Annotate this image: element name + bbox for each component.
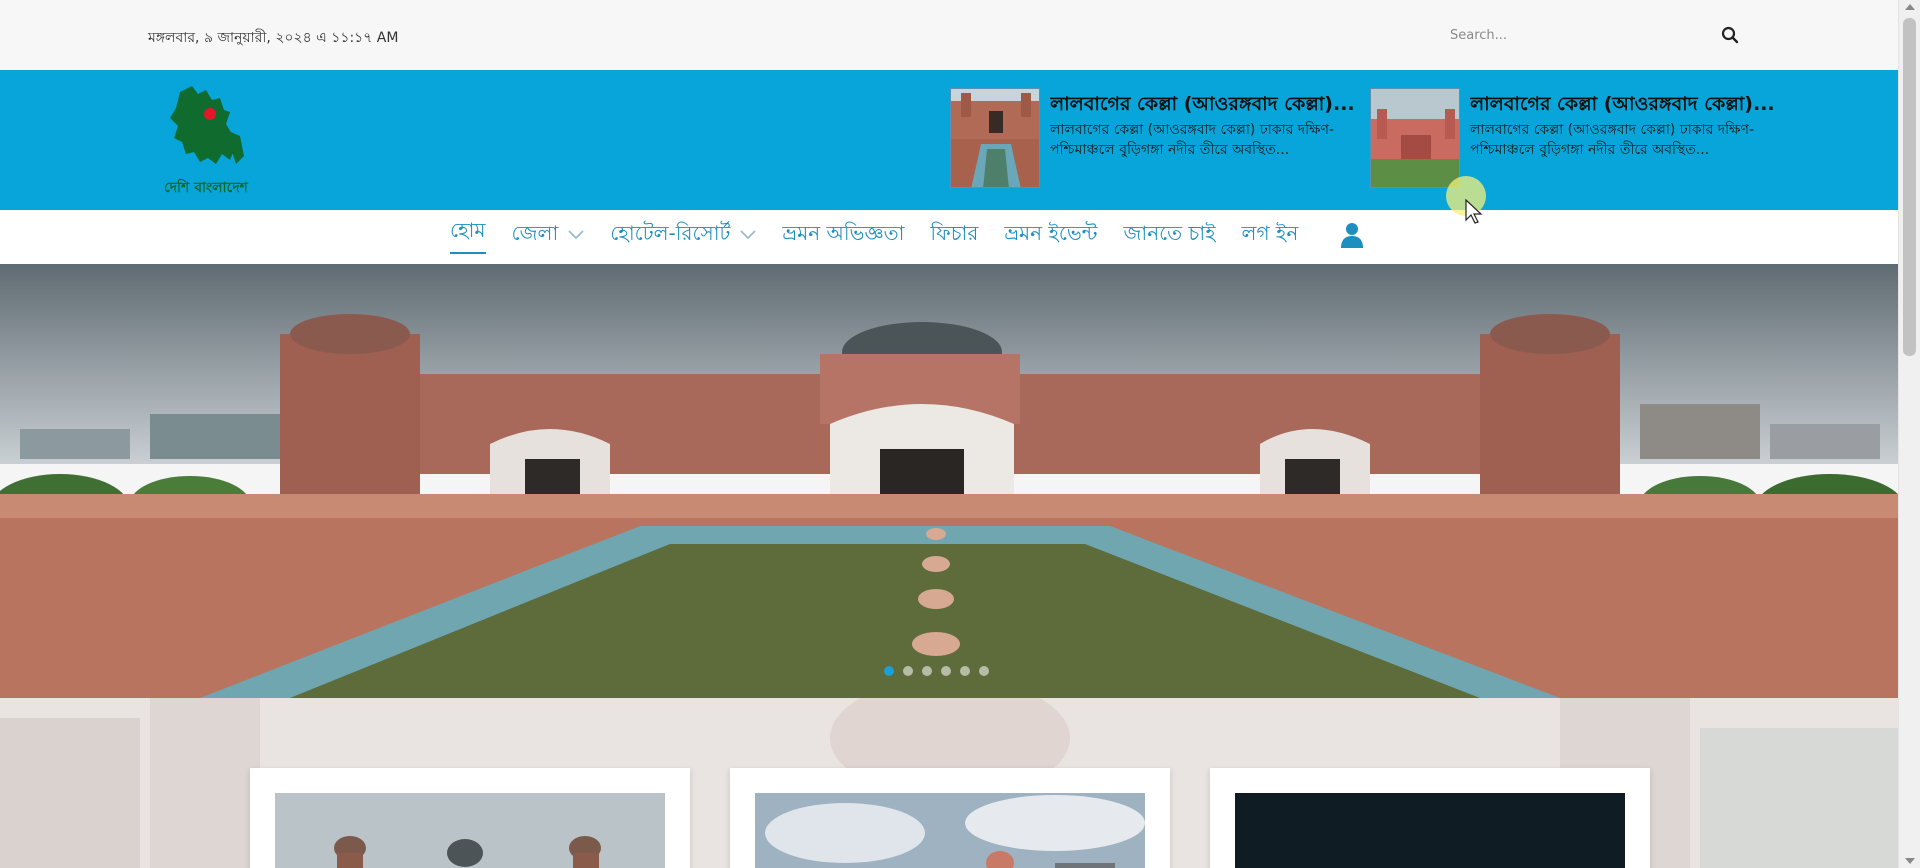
site-logo[interactable]: দেশি বাংলাদেশ xyxy=(160,80,260,198)
nav-item-travel-event[interactable]: ভ্রমন ইভেন্ট xyxy=(1004,219,1097,252)
feature-card[interactable] xyxy=(1210,768,1650,868)
search-input[interactable] xyxy=(1440,18,1740,52)
featured-section xyxy=(0,698,1898,868)
search-box[interactable] xyxy=(1440,18,1740,52)
nav-item-login[interactable]: লগ ইন xyxy=(1242,219,1299,252)
nav-item-feature[interactable]: ফিচার xyxy=(930,219,978,252)
hero-image xyxy=(0,264,1898,698)
scroll-up-arrow-icon[interactable] xyxy=(1905,4,1915,10)
nav-label: জানতে চাই xyxy=(1123,220,1216,245)
user-icon[interactable] xyxy=(1340,222,1364,248)
news-excerpt: লালবাগের কেল্লা (আওরঙ্গবাদ কেল্লা) ঢাকার… xyxy=(1050,122,1335,158)
scroll-down-arrow-icon[interactable] xyxy=(1905,858,1915,864)
bangladesh-map-icon xyxy=(170,86,244,164)
news-thumbnail[interactable] xyxy=(950,88,1040,188)
nav-item-home[interactable]: হোম xyxy=(450,216,486,254)
nav-label: হোম xyxy=(450,218,486,242)
card-image[interactable] xyxy=(755,793,1145,868)
top-bar: মঙ্গলবার, ৯ জানুয়ারী, ২০২৪ এ ১১:১৭ AM xyxy=(0,0,1898,70)
slider-dot[interactable] xyxy=(941,666,951,676)
logo-text: দেশি বাংলাদেশ xyxy=(164,180,248,196)
scrollbar-thumb[interactable] xyxy=(1903,18,1916,356)
nav-label: ফিচার xyxy=(930,220,979,245)
chevron-down-icon xyxy=(740,230,757,240)
news-title[interactable]: লালবাগের কেল্লা (আওরঙ্গবাদ কেল্লা)... xyxy=(1050,90,1370,122)
nav-label: ভ্রমন ইভেন্ট xyxy=(1004,220,1098,245)
nav-item-want-to-know[interactable]: জানতে চাই xyxy=(1124,219,1216,252)
feature-card[interactable] xyxy=(730,768,1170,868)
card-image[interactable] xyxy=(1235,793,1625,868)
search-icon[interactable] xyxy=(1720,25,1740,45)
nav-item-user[interactable] xyxy=(1324,222,1364,248)
page-scrollbar[interactable] xyxy=(1898,0,1920,868)
nav-label: হোটেল-রিসোর্ট xyxy=(610,220,731,245)
main-nav: হোম জেলা হোটেল-রিসোর্ট ভ্রমন অভিজ্ঞতা ফি… xyxy=(0,210,1898,264)
nav-item-travel-experience[interactable]: ভ্রমন অভিজ্ঞতা xyxy=(782,219,904,252)
current-date: মঙ্গলবার, ৯ জানুয়ারী, ২০২৪ এ ১১:১৭ AM xyxy=(148,30,399,46)
mouse-cursor-icon xyxy=(1446,176,1486,224)
slider-dot[interactable] xyxy=(922,666,932,676)
nav-item-district[interactable]: জেলা xyxy=(512,219,585,252)
hero-slider[interactable] xyxy=(0,264,1898,698)
feature-card[interactable] xyxy=(250,768,690,868)
news-item[interactable]: লালবাগের কেল্লা (আওরঙ্গবাদ কেল্লা)... লা… xyxy=(950,88,1355,188)
news-excerpt: লালবাগের কেল্লা (আওরঙ্গবাদ কেল্লা) ঢাকার… xyxy=(1470,122,1755,158)
card-image[interactable] xyxy=(275,793,665,868)
slider-dot[interactable] xyxy=(979,666,989,676)
chevron-down-icon xyxy=(568,230,584,240)
nav-label: জেলা xyxy=(511,220,559,245)
nav-item-hotel-resort[interactable]: হোটেল-রিসোর্ট xyxy=(610,219,757,252)
site-header: দেশি বাংলাদেশ লালবাগের কেল্লা (আওরঙ্গবাদ… xyxy=(0,70,1898,210)
nav-label: ভ্রমন অভিজ্ঞতা xyxy=(782,220,905,245)
slider-dot[interactable] xyxy=(903,666,913,676)
nav-label: লগ ইন xyxy=(1241,220,1299,245)
slider-dot[interactable] xyxy=(884,666,894,676)
news-thumbnail[interactable] xyxy=(1370,88,1460,188)
slider-dots xyxy=(884,666,998,676)
slider-dot[interactable] xyxy=(960,666,970,676)
news-title[interactable]: লালবাগের কেল্লা (আওরঙ্গবাদ কেল্লা)... xyxy=(1470,90,1790,122)
news-item[interactable]: লালবাগের কেল্লা (আওরঙ্গবাদ কেল্লা)... লা… xyxy=(1370,88,1775,188)
